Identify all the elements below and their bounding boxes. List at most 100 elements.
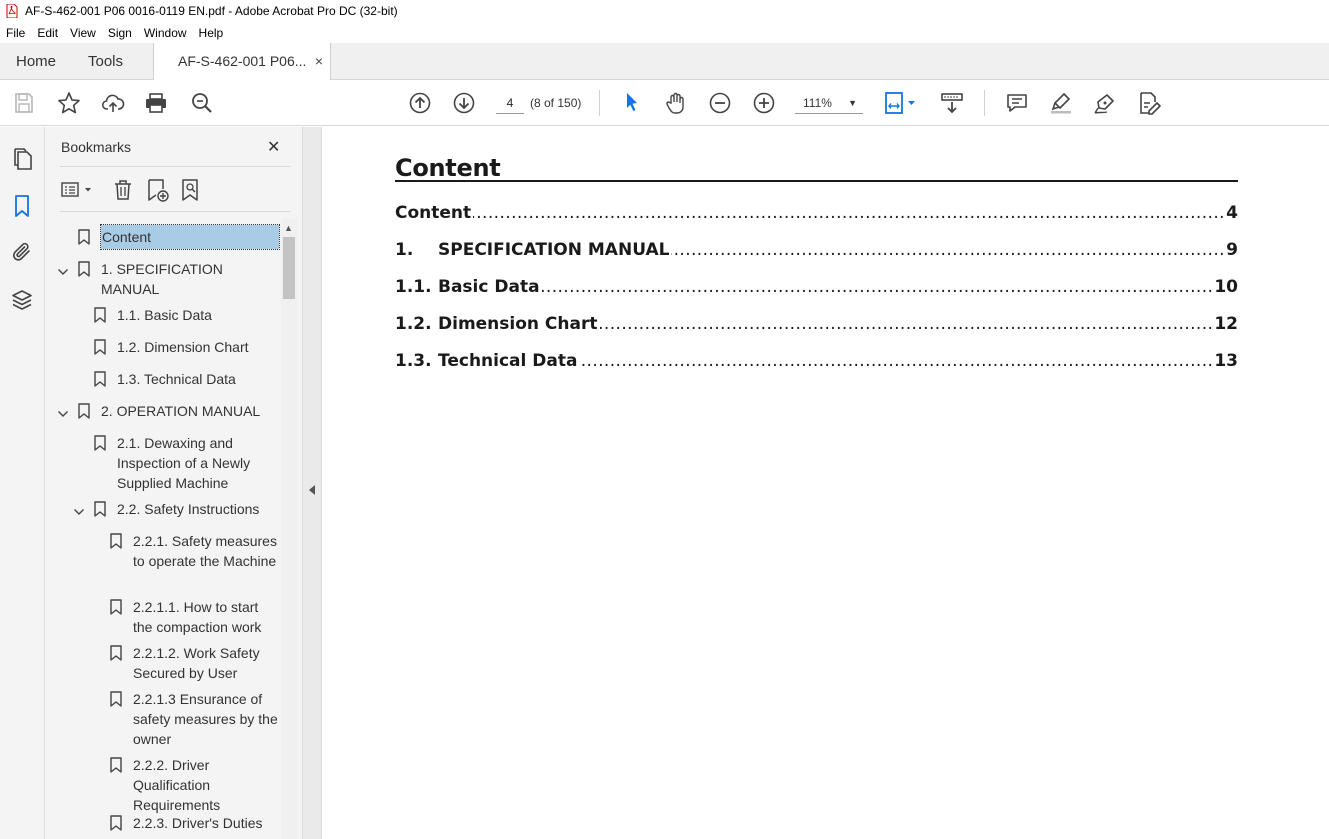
divider (60, 211, 290, 212)
toc-entry[interactable]: ........................................… (395, 203, 1238, 227)
chevron-down-icon[interactable] (73, 503, 85, 515)
upload-cloud-icon[interactable] (101, 91, 125, 115)
toc-page-number: 10 (1212, 277, 1238, 297)
toc-page-number: 12 (1212, 314, 1238, 334)
toolbar-divider (984, 90, 985, 116)
bookmarks-panel-icon[interactable] (10, 194, 34, 218)
bookmark-item[interactable]: 2.2.1.2. Work Safety Secured by User (45, 643, 281, 681)
draw-icon[interactable] (1093, 91, 1117, 115)
title-bar: AF-S-462-001 P06 0016-0119 EN.pdf - Adob… (0, 0, 1329, 22)
select-cursor-icon[interactable] (620, 91, 644, 115)
collapse-panel-icon[interactable] (309, 485, 315, 495)
zoom-value: 111% (803, 96, 832, 110)
find-bookmark-icon[interactable] (178, 177, 204, 203)
zoom-select[interactable]: 111% ▼ (795, 92, 863, 114)
next-page-icon[interactable] (452, 91, 476, 115)
bookmark-item[interactable]: 2.2. Safety Instructions (45, 499, 281, 519)
bookmark-item[interactable]: 2.2.3. Driver's Duties (45, 813, 281, 833)
left-rail (0, 127, 45, 839)
scrollbar-thumb[interactable] (283, 237, 295, 299)
menu-sign[interactable]: Sign (108, 26, 132, 40)
zoom-out-icon[interactable] (708, 91, 732, 115)
bookmark-item[interactable]: 2. OPERATION MANUAL (45, 401, 281, 421)
search-zoom-icon[interactable] (190, 91, 214, 115)
toc-number: 1.2. (395, 314, 438, 334)
menu-window[interactable]: Window (144, 26, 187, 40)
menu-bar: File Edit View Sign Window Help (0, 22, 1329, 43)
toolbar: (8 of 150) 111% ▼ (0, 80, 1329, 126)
bookmark-item[interactable]: 1.3. Technical Data (45, 369, 281, 389)
scroll-up-icon[interactable]: ▲ (284, 223, 293, 233)
delete-bookmark-icon[interactable] (110, 177, 136, 203)
comment-icon[interactable] (1005, 91, 1029, 115)
bookmark-item[interactable]: 2.2.1.3 Ensurance of safety measures by … (45, 689, 281, 747)
bookmarks-tree: Content 1. SPECIFICATION MANUAL 1.1. Basic… (45, 219, 281, 839)
page-thumbnails-icon[interactable] (10, 147, 34, 171)
toc-leader-dots: ........................................… (395, 203, 1238, 223)
bookmark-icon (78, 403, 90, 419)
bookmark-label: 2.2.3. Driver's Duties (133, 815, 263, 831)
edit-sign-icon[interactable] (1137, 91, 1161, 115)
toc-entry[interactable]: ........................................… (395, 240, 1238, 264)
panel-splitter[interactable] (302, 127, 322, 839)
bookmark-item[interactable]: 2.1. Dewaxing and Inspection of a Newly … (45, 433, 281, 491)
menu-help[interactable]: Help (199, 26, 224, 40)
bookmark-item[interactable]: 2.2.1.1. How to start the compaction wor… (45, 597, 281, 635)
scroll-mode-icon[interactable] (940, 91, 964, 115)
bookmark-item[interactable]: 1. SPECIFICATION MANUAL (45, 259, 281, 297)
bookmark-label: 2.1. Dewaxing and Inspection of a Newly … (117, 435, 251, 491)
toc-number: 1.3. (395, 351, 438, 371)
chevron-down-icon[interactable] (57, 405, 69, 417)
bookmark-icon (78, 261, 90, 277)
bookmark-label: 1.1. Basic Data (117, 307, 212, 323)
page-number-input[interactable] (496, 92, 524, 114)
chevron-down-icon: ▼ (848, 98, 857, 108)
bookmark-label: 1.3. Technical Data (117, 371, 236, 387)
bookmark-label: 2.2.1. Safety measures to operate the Ma… (133, 533, 277, 569)
toc-entry[interactable]: ........................................… (395, 351, 1238, 375)
close-icon[interactable]: ✕ (267, 137, 280, 157)
bookmark-icon (110, 599, 122, 615)
bookmark-item[interactable]: 1.1. Basic Data (45, 305, 281, 325)
chevron-down-icon[interactable] (57, 263, 69, 275)
prev-page-icon[interactable] (408, 91, 432, 115)
bookmark-item[interactable]: Content (45, 224, 281, 250)
attachments-icon[interactable] (10, 240, 34, 264)
tab-close-icon[interactable]: × (315, 43, 323, 80)
toc-entry[interactable]: ........................................… (395, 314, 1238, 338)
bookmark-item[interactable]: 2.2.1. Safety measures to operate the Ma… (45, 531, 281, 569)
bookmark-icon (110, 691, 122, 707)
highlight-icon[interactable] (1049, 91, 1073, 115)
bookmark-label: Content (100, 224, 280, 250)
menu-edit[interactable]: Edit (37, 26, 58, 40)
bookmark-icon (94, 371, 106, 387)
new-bookmark-icon[interactable] (144, 177, 170, 203)
bookmark-icon (94, 339, 106, 355)
toc-label: Technical Data (438, 351, 580, 371)
zoom-in-icon[interactable] (752, 91, 776, 115)
tab-tools[interactable]: Tools (88, 43, 123, 80)
bookmark-label: 1. SPECIFICATION MANUAL (101, 261, 223, 297)
bookmark-star-icon[interactable] (57, 91, 81, 115)
page-fit-icon[interactable] (884, 91, 918, 115)
menu-view[interactable]: View (70, 26, 96, 40)
tab-document[interactable]: AF-S-462-001 P06... × (153, 43, 331, 81)
toc-label: Content (395, 203, 474, 223)
save-icon[interactable] (12, 91, 36, 115)
bookmark-label: 2.2.1.2. Work Safety Secured by User (133, 645, 260, 681)
layers-icon[interactable] (10, 288, 34, 312)
bookmark-item[interactable]: 1.2. Dimension Chart (45, 337, 281, 357)
bookmark-options-icon[interactable] (60, 177, 96, 203)
bookmark-icon (110, 645, 122, 661)
scrollbar[interactable]: ▲ (281, 219, 297, 839)
hand-icon[interactable] (664, 91, 688, 115)
toc-entry[interactable]: ........................................… (395, 277, 1238, 301)
menu-file[interactable]: File (6, 26, 25, 40)
window-title: AF-S-462-001 P06 0016-0119 EN.pdf - Adob… (25, 4, 398, 18)
page-count: (8 of 150) (530, 96, 582, 110)
bookmark-item[interactable]: 2.2.2. Driver Qualification Requirements (45, 755, 281, 813)
page-title: Content (395, 154, 501, 182)
tab-home[interactable]: Home (16, 43, 56, 80)
bookmark-icon (94, 307, 106, 323)
print-icon[interactable] (144, 91, 168, 115)
